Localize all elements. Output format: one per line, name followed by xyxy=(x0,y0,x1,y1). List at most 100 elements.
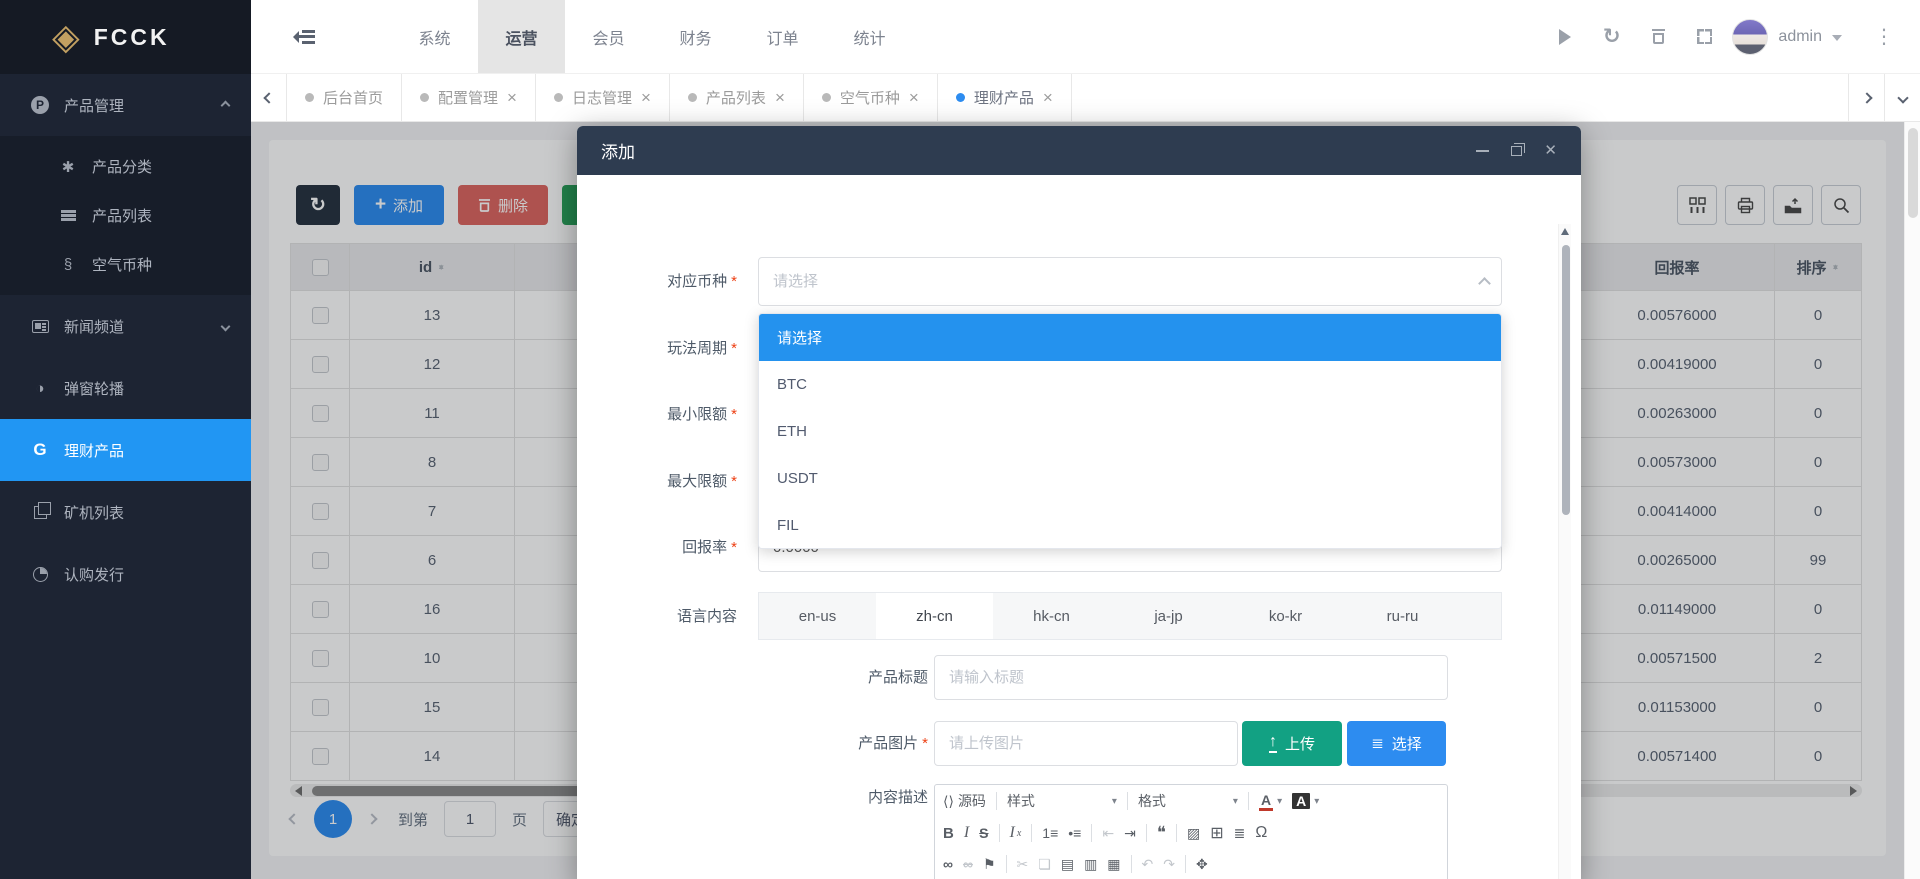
copy-icon[interactable]: ❏ xyxy=(1038,856,1051,873)
style-select[interactable]: 样式▾ xyxy=(1007,791,1117,811)
bg-color-button[interactable]: A ▾ xyxy=(1292,793,1319,809)
page-scrollbar[interactable] xyxy=(1904,122,1920,879)
brand-logo[interactable]: ◈ FCCK xyxy=(0,0,251,74)
sidebar-item-subscription-issue[interactable]: 认购发行 xyxy=(0,543,251,605)
product-title-input[interactable] xyxy=(934,655,1448,700)
tabs-scroll-right-button[interactable] xyxy=(1848,74,1884,121)
source-button[interactable]: ⟨⟩ 源码 xyxy=(943,791,986,811)
maximize-icon[interactable] xyxy=(1511,146,1522,156)
outdent-icon[interactable]: ⇤ xyxy=(1102,825,1114,842)
anchor-flag-icon[interactable]: ⚑ xyxy=(983,856,996,873)
more-options-icon[interactable]: ⋮ xyxy=(1874,24,1894,49)
tab-label: 后台首页 xyxy=(323,87,383,108)
scroll-up-arrow-icon[interactable] xyxy=(1561,228,1569,235)
username: admin xyxy=(1778,28,1822,46)
paste-icon[interactable]: ▤ xyxy=(1061,856,1074,873)
dialog-header[interactable]: 添加 ✕ xyxy=(577,126,1581,175)
unlink-icon[interactable]: ∞ xyxy=(963,856,973,872)
upload-icon: ↑ xyxy=(1269,734,1277,753)
tab-label: 理财产品 xyxy=(974,87,1034,108)
sidebar-item-news-channel[interactable]: 新闻频道 xyxy=(0,295,251,357)
product-image-input[interactable] xyxy=(934,721,1238,766)
lang-tab-en-us[interactable]: en-us xyxy=(759,593,876,639)
undo-icon[interactable]: ↶ xyxy=(1142,856,1154,873)
nav-item-system[interactable]: 系统 xyxy=(391,0,478,73)
close-icon[interactable]: × xyxy=(909,89,919,106)
collapse-icon xyxy=(293,30,315,44)
strikethrough-button[interactable]: S xyxy=(979,825,988,841)
paste-text-icon[interactable]: ▥ xyxy=(1084,856,1097,873)
lang-tab-hk-cn[interactable]: hk-cn xyxy=(993,593,1110,639)
maximize-editor-icon[interactable]: ✥ xyxy=(1196,856,1208,873)
close-icon[interactable]: ✕ xyxy=(1544,143,1557,158)
hr-icon[interactable]: ≣ xyxy=(1234,825,1246,842)
nav-item-finance[interactable]: 财务 xyxy=(652,0,739,73)
close-icon[interactable]: × xyxy=(775,89,785,106)
nav-item-operations[interactable]: 运营 xyxy=(478,0,565,73)
fullscreen-icon[interactable] xyxy=(1697,29,1712,44)
sidebar-item-air-coin[interactable]: § 空气币种 xyxy=(0,240,251,289)
close-icon[interactable]: × xyxy=(1043,89,1053,106)
nav-item-members[interactable]: 会员 xyxy=(565,0,652,73)
dropdown-option-eth[interactable]: ETH xyxy=(759,408,1501,455)
sidebar-collapse-button[interactable] xyxy=(293,27,319,47)
scrollbar-thumb[interactable] xyxy=(1908,128,1918,218)
coin-select[interactable] xyxy=(758,257,1502,306)
tab-label: 产品列表 xyxy=(706,87,766,108)
scrollbar-thumb[interactable] xyxy=(1562,245,1570,515)
dropdown-option-placeholder[interactable]: 请选择 xyxy=(759,314,1501,361)
table-icon[interactable]: ⊞ xyxy=(1210,823,1223,843)
format-select[interactable]: 格式▾ xyxy=(1138,791,1238,811)
lang-tab-ja-jp[interactable]: ja-jp xyxy=(1110,593,1227,639)
user-menu[interactable]: admin xyxy=(1732,19,1842,55)
redo-icon[interactable]: ↷ xyxy=(1163,856,1175,873)
slide-circle-icon: ◑ xyxy=(30,380,50,397)
bold-button[interactable]: B xyxy=(943,825,954,842)
caret-down-icon: ▾ xyxy=(1314,796,1319,807)
lang-tab-zh-cn[interactable]: zh-cn xyxy=(876,593,993,639)
special-char-icon[interactable]: Ω xyxy=(1255,824,1267,842)
dropdown-option-fil[interactable]: FIL xyxy=(759,502,1501,549)
lang-tab-ru-ru[interactable]: ru-ru xyxy=(1344,593,1461,639)
play-icon[interactable] xyxy=(1559,29,1571,45)
dropdown-option-usdt[interactable]: USDT xyxy=(759,455,1501,502)
link-icon[interactable]: ∞ xyxy=(943,856,953,872)
cut-icon[interactable]: ✂ xyxy=(1017,856,1029,873)
sidebar-item-product-management[interactable]: P 产品管理 xyxy=(0,74,251,136)
close-icon[interactable]: × xyxy=(641,89,651,106)
refresh-icon[interactable]: ↻ xyxy=(1603,26,1621,47)
nav-item-orders[interactable]: 订单 xyxy=(739,0,826,73)
minimize-icon[interactable] xyxy=(1476,150,1489,152)
italic-button[interactable]: I xyxy=(964,824,969,842)
tab-dashboard[interactable]: 后台首页 xyxy=(287,74,402,121)
dropdown-option-btc[interactable]: BTC xyxy=(759,361,1501,408)
tab-config[interactable]: 配置管理 × xyxy=(402,74,536,121)
tab-air-coin[interactable]: 空气币种 × xyxy=(804,74,938,121)
close-icon[interactable]: × xyxy=(507,89,517,106)
tab-logs[interactable]: 日志管理 × xyxy=(536,74,670,121)
choose-button[interactable]: ≣ 选择 xyxy=(1347,721,1446,766)
tab-wealth-product[interactable]: 理财产品 × xyxy=(938,74,1072,121)
image-icon[interactable]: ▨ xyxy=(1187,825,1200,842)
blockquote-icon[interactable]: ❝ xyxy=(1157,823,1166,843)
sidebar-item-wealth-product[interactable]: G 理财产品 xyxy=(0,419,251,481)
nav-item-statistics[interactable]: 统计 xyxy=(826,0,913,73)
dialog-scrollbar[interactable] xyxy=(1558,224,1571,879)
tabs-menu-button[interactable] xyxy=(1884,74,1920,121)
sidebar-item-product-category[interactable]: ✱ 产品分类 xyxy=(0,142,251,191)
tab-product-list[interactable]: 产品列表 × xyxy=(670,74,804,121)
sidebar-item-popup-carousel[interactable]: ◑ 弹窗轮播 xyxy=(0,357,251,419)
sidebar-item-product-list[interactable]: 产品列表 xyxy=(0,191,251,240)
trash-icon[interactable] xyxy=(1652,29,1665,44)
sidebar-item-miner-list[interactable]: 矿机列表 xyxy=(0,481,251,543)
lang-tab-ko-kr[interactable]: ko-kr xyxy=(1227,593,1344,639)
tabs-scroll-left-button[interactable] xyxy=(251,74,287,121)
rate-field-label: 回报率* xyxy=(577,523,737,572)
upload-button[interactable]: ↑ 上传 xyxy=(1242,721,1342,766)
ordered-list-icon[interactable]: 1≡ xyxy=(1042,825,1058,841)
bullet-list-icon[interactable]: •≡ xyxy=(1068,825,1081,841)
text-color-button[interactable]: A ▾ xyxy=(1259,792,1282,811)
indent-icon[interactable]: ⇥ xyxy=(1124,825,1136,842)
remove-format-button[interactable]: Ix xyxy=(1010,824,1022,842)
paste-word-icon[interactable]: ▦ xyxy=(1107,856,1120,873)
